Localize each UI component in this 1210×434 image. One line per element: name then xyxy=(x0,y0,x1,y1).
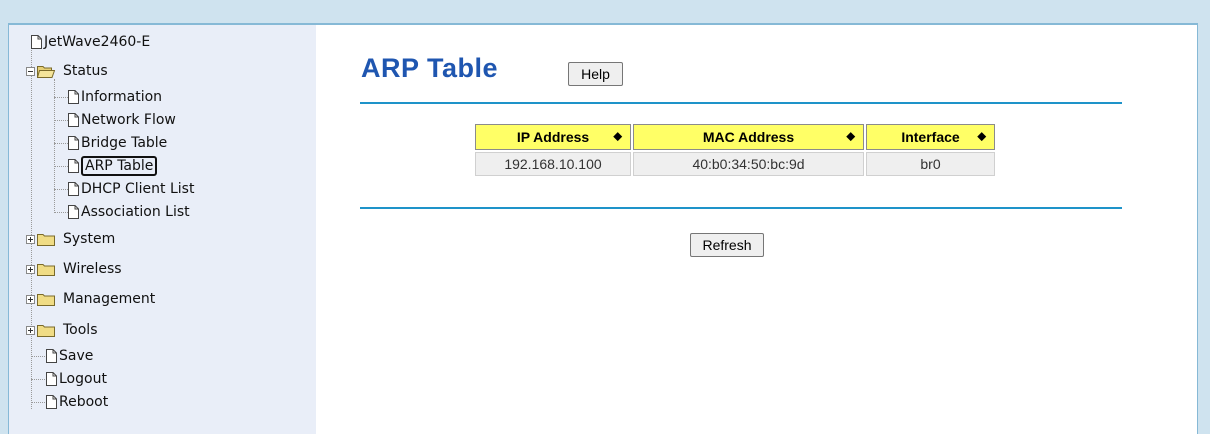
tree-connector xyxy=(54,79,55,213)
tree-folder-label: Tools xyxy=(63,322,98,338)
bottom-divider xyxy=(360,207,1122,209)
tree-connector xyxy=(54,120,68,121)
sidebar-item-network-flow[interactable]: Network Flow xyxy=(68,110,176,130)
tree-folder-wireless[interactable]: Wireless xyxy=(26,259,122,279)
tree-connector xyxy=(54,166,68,167)
sidebar-item-association-list[interactable]: Association List xyxy=(68,202,190,222)
sidebar-item-label: Save xyxy=(59,348,94,364)
document-icon xyxy=(46,395,57,409)
tree-connector xyxy=(31,379,45,380)
sidebar-item-label: DHCP Client List xyxy=(81,181,195,197)
document-icon xyxy=(68,136,79,150)
folder-icon xyxy=(37,232,55,246)
sidebar-item-label: Reboot xyxy=(59,394,109,410)
tree-folder-system[interactable]: System xyxy=(26,229,115,249)
tree-connector xyxy=(31,402,45,403)
plus-box-icon[interactable] xyxy=(26,325,35,335)
folder-icon xyxy=(37,323,55,337)
sidebar-item-logout[interactable]: Logout xyxy=(46,369,107,389)
sidebar-item-label: Network Flow xyxy=(81,112,176,128)
tree-connector xyxy=(54,97,68,98)
folder-icon xyxy=(37,262,55,276)
sort-arrows-icon[interactable]: ◆ xyxy=(978,131,986,143)
folder-icon xyxy=(37,292,55,306)
minus-box-icon[interactable] xyxy=(26,66,35,76)
refresh-button[interactable]: Refresh xyxy=(690,233,764,257)
cell-interface: br0 xyxy=(866,152,995,176)
tree-connector xyxy=(31,39,32,409)
sidebar-item-save[interactable]: Save xyxy=(46,346,93,366)
tree-folder-label: Wireless xyxy=(63,261,122,277)
sidebar-item-arp-table[interactable]: ARP Table xyxy=(68,156,158,176)
sidebar-item-label: ARP Table xyxy=(81,156,158,176)
cell-ip-address: 192.168.10.100 xyxy=(475,152,631,176)
cell-mac-address: 40:b0:34:50:bc:9d xyxy=(633,152,864,176)
tree-connector xyxy=(54,212,68,213)
sidebar-tree: JetWave2460-E Status Information Network… xyxy=(9,25,316,434)
column-header-ip-address[interactable]: IP Address ◆ xyxy=(475,124,631,150)
help-button[interactable]: Help xyxy=(568,62,623,86)
document-icon xyxy=(68,182,79,196)
document-icon xyxy=(68,113,79,127)
document-icon xyxy=(46,349,57,363)
sidebar-item-information[interactable]: Information xyxy=(68,87,162,107)
document-icon xyxy=(31,35,42,49)
tree-connector xyxy=(54,189,68,190)
sidebar-item-label: Logout xyxy=(59,371,107,387)
main-content: ARP Table Help IP Address ◆ MAC Address ◆ … xyxy=(316,25,1196,434)
tree-folder-management[interactable]: Management xyxy=(26,289,155,309)
column-header-label: Interface xyxy=(901,129,960,145)
plus-box-icon[interactable] xyxy=(26,294,35,304)
tree-root-label: JetWave2460-E xyxy=(44,34,151,50)
tree-folder-label: Management xyxy=(63,291,156,307)
sidebar-item-reboot[interactable]: Reboot xyxy=(46,392,108,412)
sort-arrows-icon[interactable]: ◆ xyxy=(847,131,855,143)
document-icon xyxy=(68,90,79,104)
top-divider xyxy=(360,102,1122,104)
plus-box-icon[interactable] xyxy=(26,234,35,244)
sidebar-item-label: Information xyxy=(81,89,163,105)
tree-folder-status-label: Status xyxy=(63,63,108,79)
document-icon xyxy=(68,159,79,173)
tree-root[interactable]: JetWave2460-E xyxy=(31,32,150,52)
tree-folder-tools[interactable]: Tools xyxy=(26,320,98,340)
sidebar-item-dhcp-client-list[interactable]: DHCP Client List xyxy=(68,179,194,199)
tree-connector xyxy=(54,143,68,144)
column-header-interface[interactable]: Interface ◆ xyxy=(866,124,995,150)
arp-table: IP Address ◆ MAC Address ◆ Interface ◆ 192.… xyxy=(473,122,997,178)
tree-folder-label: System xyxy=(63,231,116,247)
open-folder-icon xyxy=(37,64,55,78)
table-header-row: IP Address ◆ MAC Address ◆ Interface ◆ xyxy=(475,124,995,150)
sidebar-item-label: Bridge Table xyxy=(81,135,168,151)
column-header-label: IP Address xyxy=(516,129,590,145)
tree-folder-status[interactable]: Status xyxy=(26,61,108,81)
table-row: 192.168.10.100 40:b0:34:50:bc:9d br0 xyxy=(475,152,995,176)
plus-box-icon[interactable] xyxy=(26,264,35,274)
column-header-mac-address[interactable]: MAC Address ◆ xyxy=(633,124,864,150)
sidebar-item-label: Association List xyxy=(81,204,190,220)
page-title: ARP Table xyxy=(361,53,499,83)
sidebar-item-bridge-table[interactable]: Bridge Table xyxy=(68,133,167,153)
document-icon xyxy=(68,205,79,219)
tree-connector xyxy=(31,356,45,357)
document-icon xyxy=(46,372,57,386)
column-header-label: MAC Address xyxy=(702,129,795,145)
sort-arrows-icon[interactable]: ◆ xyxy=(614,131,622,143)
